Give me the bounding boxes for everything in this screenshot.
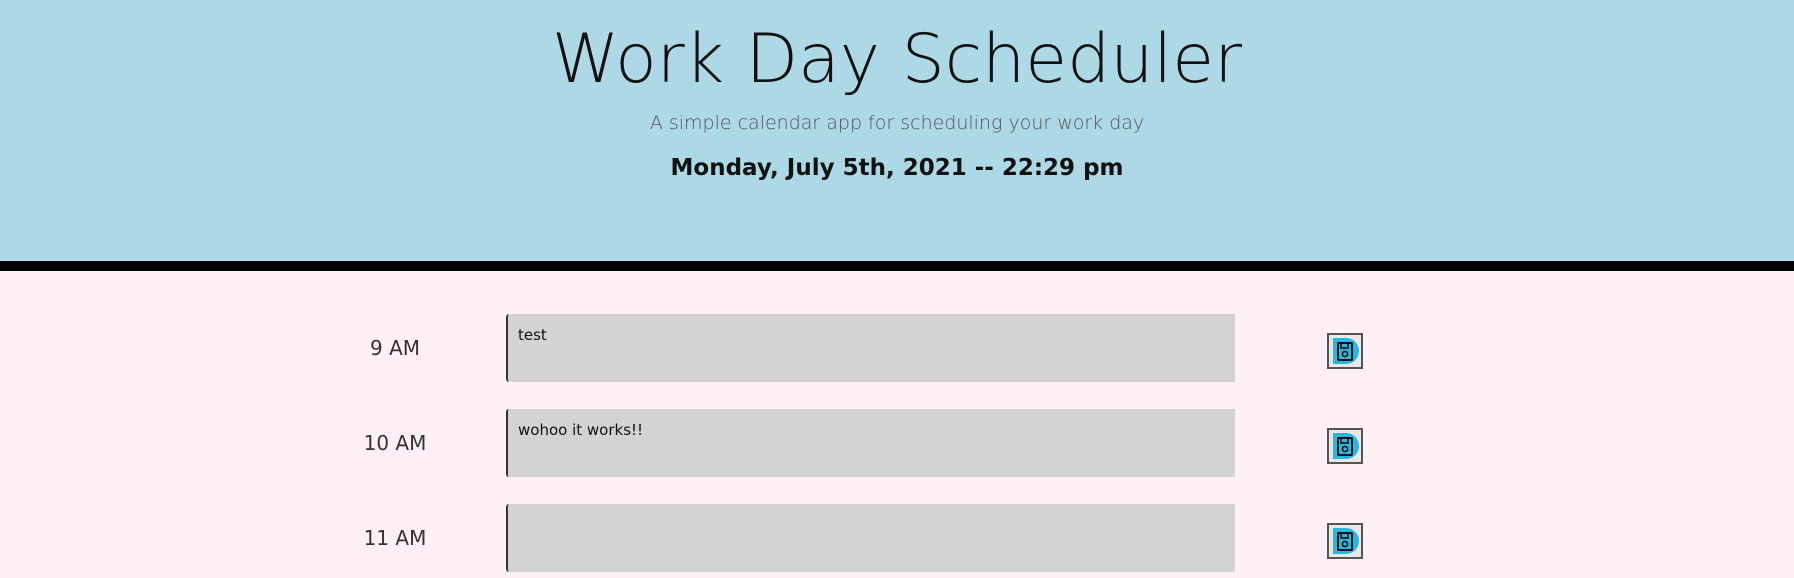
save-button[interactable] — [1327, 333, 1363, 369]
event-description-input[interactable]: test — [506, 314, 1235, 382]
save-icon — [1330, 431, 1360, 461]
current-day: Monday, July 5th, 2021 -- 22:29 pm — [670, 155, 1124, 181]
save-icon — [1330, 336, 1360, 366]
page-title: Work Day Scheduler — [551, 20, 1243, 99]
save-button[interactable] — [1327, 428, 1363, 464]
page-subtitle: A simple calendar app for scheduling you… — [649, 112, 1145, 134]
save-button[interactable] — [1327, 523, 1363, 559]
hour-label: 10 AM — [363, 431, 427, 455]
event-description-input[interactable]: wohoo it works!! — [506, 409, 1235, 477]
time-block-10am: 10 AM wohoo it works!! — [0, 409, 1794, 478]
header: Work Day Scheduler A simple calendar app… — [0, 0, 1794, 271]
hour-label: 11 AM — [363, 526, 427, 550]
hour-label: 9 AM — [369, 336, 421, 360]
event-description-input[interactable] — [506, 504, 1235, 572]
time-block-11am: 11 AM — [0, 504, 1794, 573]
time-block-9am: 9 AM test — [0, 314, 1794, 383]
save-icon — [1330, 526, 1360, 556]
